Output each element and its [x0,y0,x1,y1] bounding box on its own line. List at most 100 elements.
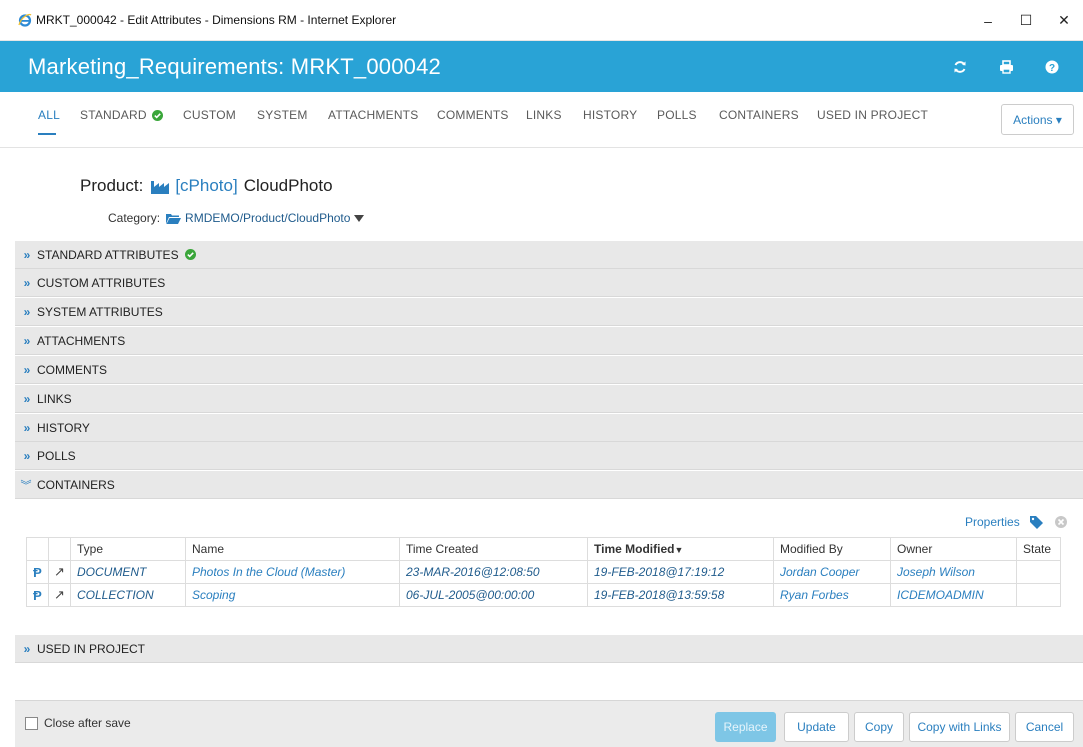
col-name[interactable]: Name [185,537,400,561]
containers-table: Type Name Time Created Time Modified▼ Mo… [26,537,1061,607]
replace-button[interactable]: Replace [715,712,776,742]
window-title: MRKT_000042 - Edit Attributes - Dimensio… [36,13,397,27]
cell-time-created: 06-JUL-2005@00:00:00 [399,583,588,607]
section-title: HISTORY [37,420,90,435]
category-path[interactable]: RMDEMO/Product/CloudPhoto [185,211,350,225]
check-circle-icon [151,109,163,121]
category-label: Category: [108,211,161,225]
product-name: CloudPhoto [243,176,333,195]
tab-standard-label: STANDARD [80,108,147,122]
branch-icon[interactable]: Ᵽ [26,560,49,584]
col-type[interactable]: Type [70,537,186,561]
branch-icon[interactable]: Ᵽ [26,583,49,607]
minimize-button[interactable]: – [969,0,1007,41]
section-system-attributes[interactable]: » SYSTEM ATTRIBUTES [15,298,1083,326]
tab-polls[interactable]: POLLS [657,108,697,122]
section-title: USED IN PROJECT [37,641,146,656]
update-button[interactable]: Update [784,712,849,742]
cell-state [1016,560,1061,584]
tab-comments[interactable]: COMMENTS [437,108,509,122]
cancel-button[interactable]: Cancel [1015,712,1074,742]
cell-owner[interactable]: Joseph Wilson [890,560,1017,584]
section-used-in-project[interactable]: » USED IN PROJECT [15,635,1083,663]
tab-links[interactable]: LINKS [526,108,562,122]
open-external-icon[interactable]: ↗ [48,560,71,584]
tab-system[interactable]: SYSTEM [257,108,308,122]
section-custom-attributes[interactable]: » CUSTOM ATTRIBUTES [15,269,1083,297]
factory-icon [151,180,170,194]
close-window-button[interactable]: ✕ [1045,0,1083,41]
app-header: Marketing_Requirements: MRKT_000042 ? [0,41,1083,92]
check-circle-icon [184,249,196,260]
folder-icon [166,213,182,224]
expand-chevron-icon: » [23,448,31,463]
copy-with-links-button[interactable]: Copy with Links [909,712,1010,742]
actions-button[interactable]: Actions ▾ [1001,104,1074,135]
col-time-created[interactable]: Time Created [399,537,588,561]
section-title: CUSTOM ATTRIBUTES [37,275,166,290]
cell-type: DOCUMENT [70,560,186,584]
cell-owner[interactable]: ICDEMOADMIN [890,583,1017,607]
tab-all[interactable]: ALL [38,108,60,122]
tab-custom[interactable]: CUSTOM [183,108,236,122]
close-after-save-checkbox[interactable] [25,716,38,730]
cell-time-created: 23-MAR-2016@12:08:50 [399,560,588,584]
section-title: COMMENTS [37,362,107,377]
section-title: CONTAINERS [37,477,115,492]
open-external-icon[interactable]: ↗ [48,583,71,607]
help-icon[interactable]: ? [1029,60,1075,74]
col-time-modified[interactable]: Time Modified▼ [587,537,774,561]
maximize-button[interactable]: ☐ [1007,0,1045,41]
expand-chevron-icon: » [23,362,31,377]
remove-circle-icon[interactable] [1054,516,1067,528]
close-after-save-option[interactable]: Close after save [25,716,131,730]
properties-link[interactable]: Properties [965,515,1020,529]
internet-explorer-icon [18,13,32,27]
expand-chevron-icon: » [23,641,31,656]
section-history[interactable]: » HISTORY [15,414,1083,442]
section-standard-attributes[interactable]: » STANDARD ATTRIBUTES [15,241,1083,269]
col-modified-by[interactable]: Modified By [773,537,891,561]
expand-chevron-icon: » [23,391,31,406]
section-title: LINKS [37,391,72,406]
col-state[interactable]: State [1016,537,1061,561]
collapse-chevron-icon: ︾ [20,479,32,492]
cell-name-link[interactable]: Photos In the Cloud (Master) [185,560,400,584]
cell-name-link[interactable]: Scoping [185,583,400,607]
tab-standard[interactable]: STANDARD [80,108,163,122]
refresh-icon[interactable] [937,60,983,74]
sort-desc-icon: ▼ [674,545,684,555]
table-row[interactable]: Ᵽ ↗ DOCUMENT Photos In the Cloud (Master… [26,560,1061,584]
col-blank-2 [48,537,71,561]
tag-icon[interactable] [1029,515,1043,529]
svg-text:?: ? [1049,63,1055,74]
col-time-modified-label: Time Modified [594,542,675,556]
expand-chevron-icon: » [23,333,31,348]
section-comments[interactable]: » COMMENTS [15,356,1083,384]
category-row: Category: RMDEMO/Product/CloudPhoto [108,211,365,225]
tab-bar: ALL STANDARD CUSTOM SYSTEM ATTACHMENTS C… [0,92,1083,148]
product-header: Product: [cPhoto] CloudPhoto [80,176,333,196]
col-owner[interactable]: Owner [890,537,1017,561]
window-titlebar: MRKT_000042 - Edit Attributes - Dimensio… [0,0,1083,41]
tab-attachments[interactable]: ATTACHMENTS [328,108,418,122]
table-row[interactable]: Ᵽ ↗ COLLECTION Scoping 06-JUL-2005@00:00… [26,583,1061,607]
section-links[interactable]: » LINKS [15,385,1083,413]
table-header-row: Type Name Time Created Time Modified▼ Mo… [26,537,1061,561]
section-title: POLLS [37,448,76,463]
cell-time-modified: 19-FEB-2018@13:59:58 [587,583,774,607]
expand-chevron-icon: » [23,247,31,262]
tab-containers[interactable]: CONTAINERS [719,108,799,122]
section-attachments[interactable]: » ATTACHMENTS [15,327,1083,355]
tab-used-in-project[interactable]: USED IN PROJECT [817,108,928,122]
section-polls[interactable]: » POLLS [15,442,1083,470]
caret-down-icon[interactable] [354,214,365,222]
cell-type: COLLECTION [70,583,186,607]
cell-modified-by[interactable]: Jordan Cooper [773,560,891,584]
tab-history[interactable]: HISTORY [583,108,637,122]
section-containers[interactable]: ︾ CONTAINERS [15,471,1083,499]
product-code-link[interactable]: [cPhoto] [175,176,237,196]
print-icon[interactable] [983,59,1029,74]
copy-button[interactable]: Copy [854,712,904,742]
cell-modified-by[interactable]: Ryan Forbes [773,583,891,607]
